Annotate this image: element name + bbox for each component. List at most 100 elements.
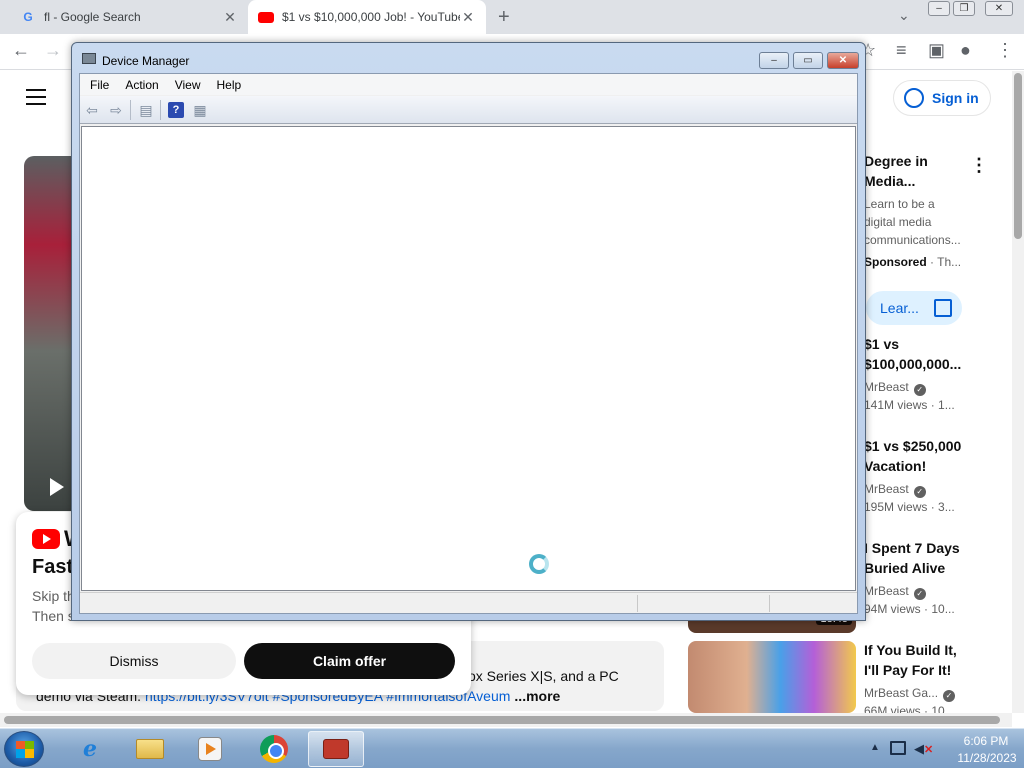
- video-title: I Spent 7 Days: [864, 540, 960, 556]
- ad-heading: Fast: [32, 556, 74, 578]
- folder-icon: [136, 739, 164, 759]
- play-icon[interactable]: [50, 478, 64, 496]
- tab-youtube[interactable]: $1 vs $10,000,000 Job! - YouTube ✕: [248, 0, 486, 34]
- side-panel-icon[interactable]: ▣: [928, 40, 945, 61]
- video-title: $100,000,000...: [864, 356, 962, 372]
- device-manager-taskbar-icon[interactable]: [308, 731, 364, 767]
- internet-explorer-icon[interactable]: e: [62, 731, 118, 767]
- vertical-scrollbar[interactable]: [1012, 71, 1024, 713]
- google-chrome-icon[interactable]: [246, 731, 302, 767]
- menu-view[interactable]: View: [175, 78, 201, 92]
- clock-time[interactable]: 6:06 PM: [954, 734, 1018, 748]
- verified-icon: ✓: [913, 384, 926, 396]
- hamburger-menu-icon[interactable]: [26, 89, 46, 105]
- item-desc: digital media: [864, 215, 932, 229]
- item-title: Degree in: [864, 153, 928, 169]
- learn-more-label: Lear...: [880, 300, 919, 316]
- video-meta: 66M views · 10...: [864, 704, 955, 713]
- forward-icon[interactable]: ⇨: [108, 102, 124, 118]
- tab-search-icon[interactable]: ⌄: [898, 7, 910, 24]
- start-button[interactable]: [4, 731, 44, 767]
- external-link-icon: [934, 299, 952, 317]
- minimize-icon[interactable]: –: [759, 52, 789, 69]
- show-more-button[interactable]: ...more: [514, 688, 560, 704]
- video-title: If You Build It,: [864, 642, 957, 658]
- clock-date[interactable]: 11/28/2023: [952, 751, 1022, 765]
- browser-tab-strip: G fl - Google Search ✕ $1 vs $10,000,000…: [0, 0, 1024, 34]
- verified-icon: ✓: [943, 690, 956, 702]
- close-icon[interactable]: ✕: [827, 52, 859, 69]
- video-thumbnail[interactable]: [688, 641, 856, 713]
- help-icon[interactable]: ?: [168, 102, 184, 118]
- list-item[interactable]: $1 vs $250,000 Vacation! MrBeast ✓ 195M v…: [864, 436, 974, 516]
- device-tree-pane[interactable]: [81, 126, 856, 591]
- sponsored-item[interactable]: Degree in Media... Learn to be a digital…: [864, 151, 974, 271]
- device-manager-icon: [82, 53, 96, 64]
- list-item[interactable]: If You Build It, I'll Pay For It! MrBeas…: [864, 640, 974, 713]
- scrollbar-thumb[interactable]: [4, 716, 1000, 724]
- list-item[interactable]: I Spent 7 Days Buried Alive MrBeast ✓ 94M…: [864, 538, 974, 618]
- close-tab-icon[interactable]: ✕: [460, 9, 476, 26]
- volume-muted-icon[interactable]: ◀✕: [914, 741, 933, 757]
- profile-icon[interactable]: ●: [960, 40, 971, 61]
- google-icon: G: [23, 10, 33, 24]
- horizontal-scrollbar[interactable]: [0, 713, 1012, 727]
- item-desc: communications...: [864, 233, 961, 247]
- menu-action[interactable]: Action: [125, 78, 158, 92]
- new-tab-button[interactable]: +: [498, 6, 510, 29]
- minimize-icon[interactable]: –: [928, 1, 950, 16]
- show-hide-console-tree-icon[interactable]: ▤: [138, 102, 154, 118]
- dismiss-button[interactable]: Dismiss: [32, 643, 236, 679]
- toolbox-icon: [323, 739, 349, 759]
- youtube-icon: [258, 9, 274, 25]
- back-icon[interactable]: ←: [12, 40, 30, 61]
- restore-icon[interactable]: ❐: [953, 1, 975, 16]
- window-titlebar[interactable]: Device Manager – ▭ ✕: [72, 43, 865, 73]
- ad-subtext: Skip th: [32, 588, 75, 604]
- claim-offer-button[interactable]: Claim offer: [244, 643, 455, 679]
- video-meta: 195M views · 3...: [864, 500, 955, 514]
- tab-title: fl - Google Search: [44, 10, 141, 24]
- sponsored-label: Sponsored: [864, 255, 927, 269]
- menu-kebab-icon[interactable]: ⋮: [996, 40, 1014, 61]
- sign-in-label: Sign in: [932, 90, 979, 106]
- learn-more-button[interactable]: Lear...: [866, 291, 962, 325]
- channel-name: MrBeast: [864, 380, 909, 394]
- forward-icon[interactable]: →: [44, 40, 62, 61]
- list-item[interactable]: $1 vs $100,000,000... MrBeast ✓ 141M view…: [864, 334, 974, 414]
- media-controls-icon[interactable]: ≡: [896, 40, 907, 61]
- channel-name: MrBeast: [864, 584, 909, 598]
- close-tab-icon[interactable]: ✕: [222, 9, 238, 26]
- properties-icon[interactable]: ▦: [192, 102, 208, 118]
- menu-file[interactable]: File: [90, 78, 109, 92]
- taskbar: e ▲ ◀✕ 6:06 PM 11/28/2023: [0, 728, 1024, 768]
- tab-google-search[interactable]: G fl - Google Search ✕: [10, 0, 248, 34]
- windows-explorer-icon[interactable]: [122, 731, 178, 767]
- verified-icon: ✓: [913, 588, 926, 600]
- description-text: ox Series X|S, and a PC: [468, 668, 619, 684]
- maximize-icon[interactable]: ▭: [793, 52, 823, 69]
- play-icon: [198, 737, 222, 761]
- scrollbar-thumb[interactable]: [1014, 73, 1022, 239]
- account-icon: [904, 88, 924, 108]
- status-bar: [80, 592, 857, 613]
- item-desc: Learn to be a: [864, 197, 935, 211]
- video-meta: 141M views · 1...: [864, 398, 955, 412]
- network-icon[interactable]: [890, 741, 906, 755]
- media-player-icon[interactable]: [182, 731, 238, 767]
- channel-name: MrBeast Ga...: [864, 686, 939, 700]
- close-window-icon[interactable]: ✕: [985, 1, 1013, 16]
- show-hidden-icons-icon[interactable]: ▲: [870, 742, 880, 753]
- chrome-logo-icon: [260, 735, 288, 763]
- toolbar-separator: [160, 100, 161, 120]
- video-title: $1 vs: [864, 336, 900, 352]
- menu-help[interactable]: Help: [217, 78, 242, 92]
- video-title: Vacation!: [864, 458, 927, 474]
- loading-spinner-icon: [529, 554, 549, 574]
- sign-in-button[interactable]: Sign in: [893, 80, 991, 116]
- system-tray: ▲ ◀✕ 6:06 PM 11/28/2023: [864, 729, 1024, 768]
- window-title: Device Manager: [102, 54, 190, 68]
- back-icon[interactable]: ⇦: [84, 102, 100, 118]
- video-title: I'll Pay For It!: [864, 662, 952, 678]
- toolbar: ⇦ ⇨ ▤ ? ▦: [80, 96, 857, 124]
